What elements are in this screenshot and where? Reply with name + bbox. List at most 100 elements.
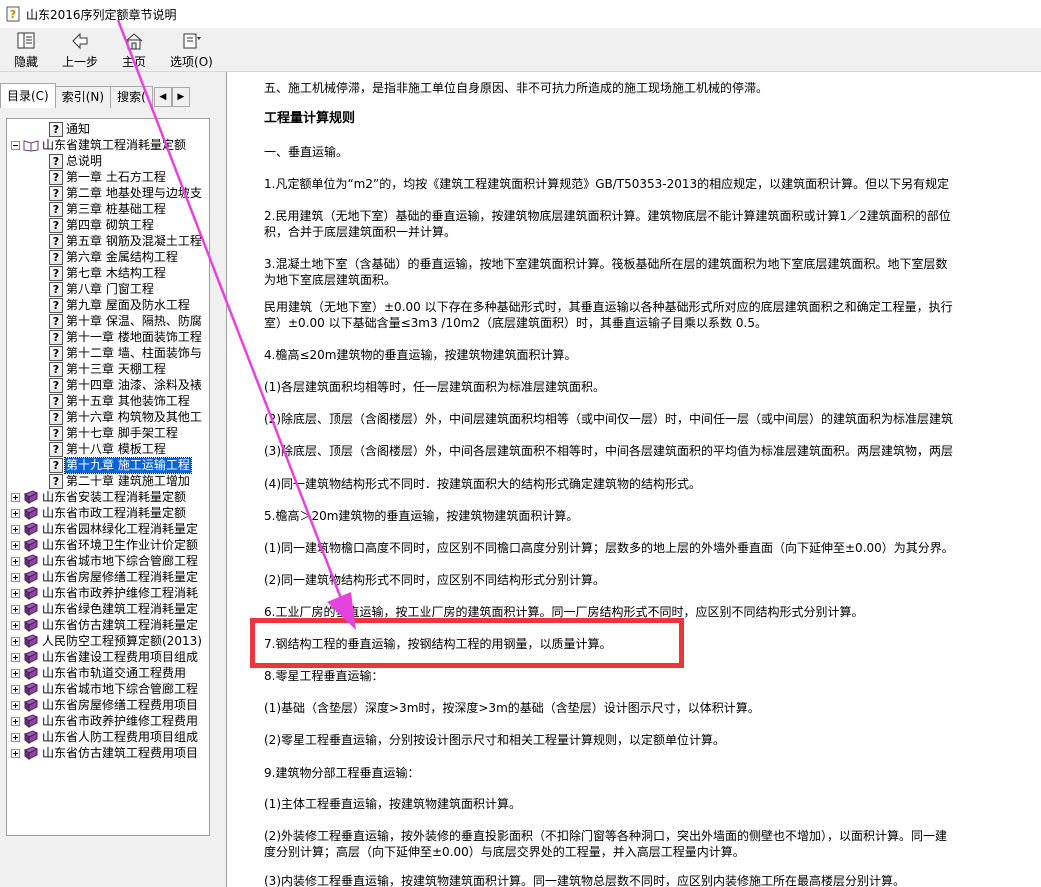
tree-item-label: 山东省建设工程费用项目组成 <box>42 649 199 664</box>
expand-icon[interactable] <box>11 732 20 742</box>
tab-search[interactable]: 搜索( <box>110 86 153 108</box>
help-page-icon: ? <box>49 393 63 409</box>
contents-tree[interactable]: ? 通知 山东省建筑工程消耗量定额? 总说明? 第一章 土石方工程? 第二章 地基处理与边… <box>6 118 210 836</box>
tree-item[interactable]: ? 总说明 <box>49 153 103 169</box>
tree-item[interactable]: ? 第十五章 其他装饰工程 <box>49 393 191 409</box>
tree-item[interactable]: ? 第二十章 建筑施工增加 <box>49 473 191 489</box>
tree-item[interactable]: ? 第十九章 施工运输工程 <box>49 456 192 474</box>
back-button[interactable]: 上一步 <box>62 31 98 70</box>
book-icon <box>23 730 39 744</box>
expand-icon[interactable] <box>11 508 20 518</box>
tree-item[interactable]: ? 第六章 金属结构工程 <box>49 249 179 265</box>
expand-icon[interactable] <box>11 668 20 678</box>
tree-item[interactable]: ? 第四章 砌筑工程 <box>49 217 155 233</box>
tab-scroll-right-icon[interactable]: ▶ <box>171 87 190 107</box>
tree-item[interactable]: 山东省市政养护维修工程消耗 <box>11 585 199 601</box>
tree-item[interactable]: ? 第十四章 油漆、涂料及裱 <box>49 377 203 393</box>
expand-icon[interactable] <box>11 748 20 758</box>
options-button[interactable]: 选项(O) <box>170 31 213 70</box>
tree-item[interactable]: ? 第五章 钢筋及混凝土工程 <box>49 233 203 249</box>
expand-icon[interactable] <box>11 588 20 598</box>
expand-icon[interactable] <box>11 684 20 694</box>
expand-icon[interactable] <box>11 716 20 726</box>
tree-item-label: 第十三章 天棚工程 <box>66 361 166 376</box>
content-paragraph: 5.檐高＞20m建筑物的垂直运输，按建筑物建筑面积计算。 <box>264 509 579 523</box>
tree-item[interactable]: 山东省建筑工程消耗量定额 <box>11 137 187 153</box>
hide-button[interactable]: 隐藏 <box>8 31 44 70</box>
expand-icon[interactable] <box>11 620 20 630</box>
tab-scroll-left-icon[interactable]: ◀ <box>153 87 172 107</box>
expand-icon[interactable] <box>11 540 20 550</box>
tree-item[interactable]: 山东省城市地下综合管廊工程 <box>11 681 199 697</box>
tree-item[interactable]: ? 第十三章 天棚工程 <box>49 361 167 377</box>
tree-item[interactable]: ? 第十一章 楼地面装饰工程 <box>49 329 203 345</box>
expand-icon[interactable] <box>11 524 20 534</box>
tree-item[interactable]: ? 第九章 屋面及防水工程 <box>49 297 191 313</box>
tree-item[interactable]: 山东省房屋修缮工程消耗量定 <box>11 569 199 585</box>
tree-item[interactable]: ? 第十八章 模板工程 <box>49 441 167 457</box>
tab-index[interactable]: 索引(N) <box>54 86 112 108</box>
content-paragraph: (3)除底层、顶层（含阁楼层）外，中间各层建筑面积不相等时，中间各层建筑面积的平… <box>264 444 954 458</box>
tree-item[interactable]: 山东省环境卫生作业计价定额 <box>11 537 199 553</box>
tree-item[interactable]: 山东省房屋修缮工程费用项目 <box>11 697 199 713</box>
tree-item[interactable]: 山东省园林绿化工程消耗量定 <box>11 521 199 537</box>
home-button[interactable]: 主页 <box>116 31 152 70</box>
book-icon <box>23 682 39 696</box>
book-icon <box>23 602 39 616</box>
expand-icon[interactable] <box>11 652 20 662</box>
tree-item[interactable]: 山东省市政工程消耗量定额 <box>11 505 187 521</box>
tree-item[interactable]: 山东省仿古建筑工程消耗量定 <box>11 617 199 633</box>
tree-item[interactable]: 山东省人防工程费用项目组成 <box>11 729 199 745</box>
home-icon <box>125 33 143 50</box>
help-page-icon: ? <box>49 153 63 169</box>
help-page-icon: ? <box>49 265 63 281</box>
tree-item-label: 山东省市政养护维修工程费用 <box>42 713 199 728</box>
tree-item[interactable]: ? 第十七章 脚手架工程 <box>49 425 179 441</box>
tree-item[interactable]: 山东省建设工程费用项目组成 <box>11 649 199 665</box>
collapse-icon[interactable] <box>11 140 20 150</box>
expand-icon[interactable] <box>11 492 20 502</box>
tree-item[interactable]: 山东省仿古建筑工程费用项目 <box>11 745 199 761</box>
content-paragraph: 7.钢结构工程的垂直运输，按钢结构工程的用钢量，以质量计算。 <box>264 637 612 651</box>
tree-item[interactable]: ? 第一章 土石方工程 <box>49 169 167 185</box>
content-pane[interactable]: 五、施工机械停滞，是指非施工单位自身原因、非不可抗力所造成的施工现场施工机械的停… <box>226 72 1041 887</box>
tree-item[interactable]: ? 第十二章 墙、柱面装饰与 <box>49 345 203 361</box>
expand-icon[interactable] <box>11 700 20 710</box>
tree-item-label: 山东省城市地下综合管廊工程 <box>42 553 199 568</box>
tree-item[interactable]: ? 第二章 地基处理与边坡支 <box>49 185 203 201</box>
tree-item-label: 通知 <box>66 121 91 136</box>
tree-item-label: 第九章 屋面及防水工程 <box>66 297 190 312</box>
expand-icon[interactable] <box>11 636 20 646</box>
book-icon <box>23 666 39 680</box>
expand-icon[interactable] <box>11 604 20 614</box>
tab-contents[interactable]: 目录(C) <box>0 83 56 108</box>
tree-item-label: 总说明 <box>66 153 103 168</box>
tree-item-label: 第十四章 油漆、涂料及裱 <box>66 377 202 392</box>
tree-item[interactable]: ? 第三章 桩基础工程 <box>49 201 167 217</box>
content-paragraph: (2)同一建筑物结构形式不同时，应区别不同结构形式分别计算。 <box>264 573 606 587</box>
book-icon <box>23 698 39 712</box>
tree-item-label: 第五章 钢筋及混凝土工程 <box>66 233 202 248</box>
tree-item[interactable]: 山东省城市地下综合管廊工程 <box>11 553 199 569</box>
tree-item[interactable]: 山东省绿色建筑工程消耗量定 <box>11 601 199 617</box>
expand-icon[interactable] <box>11 556 20 566</box>
tree-item[interactable]: 山东省市政养护维修工程费用 <box>11 713 199 729</box>
svg-text:?: ? <box>10 8 16 21</box>
tree-item[interactable]: ? 通知 <box>49 121 91 137</box>
help-page-icon: ? <box>49 361 63 377</box>
tree-item-label: 山东省仿古建筑工程消耗量定 <box>42 617 199 632</box>
tree-item[interactable]: ? 第七章 木结构工程 <box>49 265 167 281</box>
tree-item[interactable]: ? 第十章 保温、隔热、防腐 <box>49 313 203 329</box>
help-page-icon: ? <box>49 233 63 249</box>
tree-item[interactable]: 山东省安装工程消耗量定额 <box>11 489 187 505</box>
book-icon <box>23 570 39 584</box>
tree-item[interactable]: 山东省市轨道交通工程费用 <box>11 665 187 681</box>
tree-item[interactable]: 人民防空工程预算定额(2013) <box>11 633 203 649</box>
tree-item[interactable]: ? 第八章 门窗工程 <box>49 281 155 297</box>
tree-item-label: 第六章 金属结构工程 <box>66 249 178 264</box>
expand-icon[interactable] <box>11 572 20 582</box>
hide-icon <box>17 32 35 49</box>
section-heading: 工程量计算规则 <box>264 111 356 126</box>
tree-item[interactable]: ? 第十六章 构筑物及其他工 <box>49 409 203 425</box>
tree-item-label: 山东省建筑工程消耗量定额 <box>42 137 187 152</box>
